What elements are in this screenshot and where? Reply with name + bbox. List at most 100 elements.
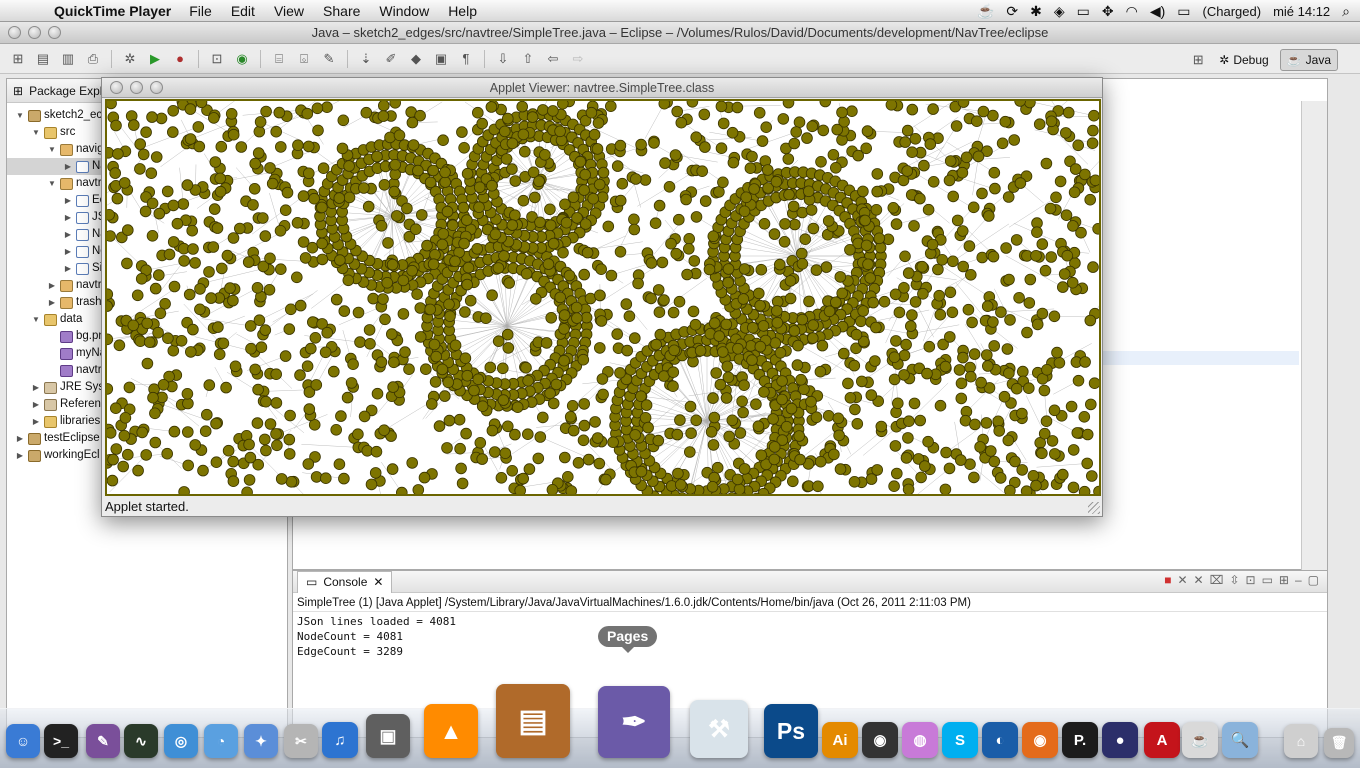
- clock[interactable]: mié 14:12: [1273, 4, 1330, 19]
- dock-vlc-icon[interactable]: ▲: [424, 704, 478, 758]
- dock-preview-icon[interactable]: 🔍: [1222, 722, 1258, 758]
- disclosure-triangle-icon[interactable]: ▶: [63, 209, 73, 226]
- disclosure-triangle-icon[interactable]: ▶: [47, 277, 57, 294]
- open-perspective-icon[interactable]: ⊞: [1188, 50, 1208, 70]
- menu-file[interactable]: File: [189, 3, 212, 19]
- disclosure-triangle-icon[interactable]: ▶: [31, 413, 41, 430]
- remove-launch-icon[interactable]: ✕: [1177, 573, 1187, 587]
- debug-icon[interactable]: ✲: [120, 49, 140, 69]
- dock-java-prefs-icon[interactable]: ☕: [1182, 722, 1218, 758]
- sync-icon[interactable]: ⟳: [1006, 3, 1018, 20]
- dock-safari-icon[interactable]: ◎: [164, 724, 198, 758]
- new-package-icon[interactable]: ⊡: [207, 49, 227, 69]
- disclosure-triangle-icon[interactable]: ▶: [63, 243, 73, 260]
- disclosure-triangle-icon[interactable]: ▶: [47, 294, 57, 311]
- dock-keynote-icon[interactable]: ▤: [496, 684, 570, 758]
- pin-console-icon[interactable]: ⊡: [1246, 573, 1256, 587]
- disclosure-triangle-icon[interactable]: ▼: [47, 141, 57, 158]
- zoom-window-button[interactable]: [48, 26, 61, 39]
- remove-all-icon[interactable]: ✕: [1194, 573, 1204, 587]
- dock-globe-icon[interactable]: ◐: [982, 722, 1018, 758]
- next-annotation-icon[interactable]: ⇣: [356, 49, 376, 69]
- display-console-icon[interactable]: ▭: [1262, 573, 1273, 587]
- graph-canvas[interactable]: [105, 99, 1101, 496]
- disclosure-triangle-icon[interactable]: ▶: [31, 396, 41, 413]
- disclosure-triangle-icon[interactable]: ▶: [63, 192, 73, 209]
- dock-script-editor-icon[interactable]: ✎: [86, 724, 120, 758]
- applet-title-bar[interactable]: Applet Viewer: navtree.SimpleTree.class: [102, 78, 1102, 98]
- disclosure-triangle-icon[interactable]: ▼: [31, 311, 41, 328]
- dock-network-utility-icon[interactable]: ✦: [244, 724, 278, 758]
- maximize-view-icon[interactable]: ▢: [1308, 573, 1319, 587]
- save-icon[interactable]: ▤: [33, 49, 53, 69]
- menu-help[interactable]: Help: [448, 3, 477, 19]
- new-icon[interactable]: ⊞: [8, 49, 28, 69]
- disclosure-triangle-icon[interactable]: ▶: [15, 430, 25, 447]
- disclosure-triangle-icon[interactable]: ▶: [31, 379, 41, 396]
- spotlight-search-icon[interactable]: ⌕: [1342, 3, 1350, 20]
- dock-photo-booth-icon[interactable]: ◉: [862, 722, 898, 758]
- dock-acrobat-icon[interactable]: A: [1144, 722, 1180, 758]
- toggle-mark-icon[interactable]: ◆: [406, 49, 426, 69]
- show-whitespace-icon[interactable]: ¶: [456, 49, 476, 69]
- bluetooth-icon[interactable]: ✱: [1030, 3, 1042, 20]
- spaces-icon[interactable]: ✥: [1102, 3, 1114, 20]
- volume-icon[interactable]: ◀): [1150, 3, 1165, 20]
- app-menu[interactable]: QuickTime Player: [54, 3, 171, 19]
- disclosure-triangle-icon[interactable]: ▶: [63, 260, 73, 277]
- external-tools-icon[interactable]: ●: [170, 49, 190, 69]
- resize-grip[interactable]: [1088, 502, 1100, 514]
- disclosure-triangle-icon[interactable]: ▶: [15, 447, 25, 464]
- dock-pages-icon[interactable]: ✒: [598, 686, 670, 758]
- terminate-icon[interactable]: ■: [1164, 573, 1171, 587]
- clear-console-icon[interactable]: ⌧: [1210, 573, 1224, 587]
- console-tab[interactable]: ▭ Console ✕: [297, 570, 393, 593]
- close-tab-icon[interactable]: ✕: [373, 575, 383, 589]
- dock-skype-icon[interactable]: S: [942, 722, 978, 758]
- dock-ichat-icon[interactable]: ◔: [204, 724, 238, 758]
- coffee-cup-icon[interactable]: ☕: [977, 3, 994, 20]
- dock-downloads-icon[interactable]: ⌂: [1284, 724, 1318, 758]
- back-icon[interactable]: ⇦: [543, 49, 563, 69]
- run-icon[interactable]: ▶: [145, 49, 165, 69]
- dock-utilities-icon[interactable]: ⚒: [690, 700, 748, 758]
- dock-trash-icon[interactable]: 🗑: [1324, 728, 1354, 758]
- highlight-icon[interactable]: ✐: [381, 49, 401, 69]
- previous-edit-icon[interactable]: ⇧: [518, 49, 538, 69]
- dock-illustrator-icon[interactable]: Ai: [822, 722, 858, 758]
- battery-status[interactable]: (Charged): [1203, 4, 1262, 19]
- print-icon[interactable]: ⎙: [83, 49, 103, 69]
- dock-color-picker-icon[interactable]: ◍: [902, 722, 938, 758]
- dock-eclipse-icon[interactable]: ●: [1102, 722, 1138, 758]
- menu-edit[interactable]: Edit: [231, 3, 255, 19]
- disclosure-triangle-icon[interactable]: ▶: [63, 226, 73, 243]
- minimize-applet-button[interactable]: [130, 81, 143, 94]
- eclipse-title-bar[interactable]: Java – sketch2_edges/src/navtree/SimpleT…: [0, 22, 1360, 44]
- dock-textwrangler-icon[interactable]: ✂: [284, 724, 318, 758]
- disclosure-triangle-icon[interactable]: ▼: [15, 107, 25, 124]
- java-perspective-button[interactable]: ☕ Java: [1279, 49, 1338, 71]
- display-icon[interactable]: ▭: [1077, 3, 1090, 20]
- menu-share[interactable]: Share: [323, 3, 360, 19]
- zoom-applet-button[interactable]: [150, 81, 163, 94]
- dock-photoshop-icon[interactable]: Ps: [764, 704, 818, 758]
- dock-itunes-icon[interactable]: ♫: [322, 722, 358, 758]
- next-edit-icon[interactable]: ⇩: [493, 49, 513, 69]
- battery-icon[interactable]: ▭: [1177, 3, 1190, 20]
- open-console-icon[interactable]: ⊞: [1279, 573, 1289, 587]
- open-task-icon[interactable]: ⌺: [294, 49, 314, 69]
- forward-icon[interactable]: ⇨: [568, 49, 588, 69]
- disclosure-triangle-icon[interactable]: ▶: [63, 158, 73, 175]
- dock-processing-icon[interactable]: P.: [1062, 722, 1098, 758]
- minimize-view-icon[interactable]: –: [1295, 573, 1302, 587]
- minimize-window-button[interactable]: [28, 26, 41, 39]
- dock-activity-monitor-icon[interactable]: ∿: [124, 724, 158, 758]
- search-icon[interactable]: ✎: [319, 49, 339, 69]
- block-selection-icon[interactable]: ▣: [431, 49, 451, 69]
- dock-finder-icon[interactable]: ☺: [6, 724, 40, 758]
- scroll-lock-icon[interactable]: ⇳: [1229, 573, 1239, 587]
- save-all-icon[interactable]: ▥: [58, 49, 78, 69]
- menu-window[interactable]: Window: [379, 3, 429, 19]
- dock-iphoto-icon[interactable]: ▣: [366, 714, 410, 758]
- dock-firefox-icon[interactable]: ◉: [1022, 722, 1058, 758]
